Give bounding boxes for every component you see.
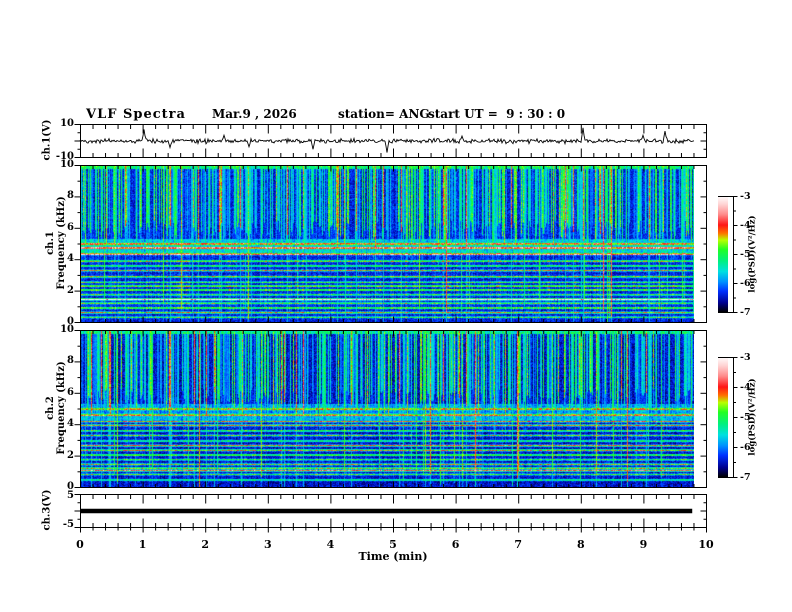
y-tick-label: 2 [67, 284, 74, 296]
ch2-label: ch.2 [45, 396, 56, 420]
ch1-voltage-axis-title: ch.1(V) [41, 119, 53, 161]
date-label: Mar.9 , 2026 [212, 107, 297, 121]
y-tick-label: -10 [55, 151, 74, 162]
colorbar-ch2 [718, 357, 728, 477]
x-tick-label: 4 [326, 538, 335, 551]
colorbar-tick-label: -3 [740, 191, 751, 202]
start-ut-label: start UT = 9 : 30 : 0 [428, 107, 566, 121]
colorbar-tick-label: -7 [740, 307, 751, 318]
page-title: VLF Spectra [86, 107, 186, 122]
y-tick-label: 10 [60, 118, 74, 129]
y-tick-label: 8 [67, 190, 74, 202]
colorbar-tick-label: -4 [740, 382, 751, 393]
x-tick-label: 3 [263, 538, 272, 551]
x-tick-label: 1 [138, 538, 147, 551]
spectrogram-ch1 [80, 166, 694, 322]
time-axis-title: Time (min) [358, 550, 428, 563]
colorbar-tick-label: -4 [740, 220, 751, 231]
frequency-unit-label: Frequency (kHz) [56, 361, 67, 455]
colorbar-ch1 [718, 196, 728, 312]
colorbar-tick-label: -7 [740, 472, 751, 483]
y-tick-label: 8 [67, 355, 74, 367]
x-tick-label: 6 [451, 538, 460, 551]
ch3-voltage-axis-title: ch.3(V) [41, 489, 53, 531]
colorbar-tick-label: -6 [740, 442, 751, 453]
x-tick-label: 0 [76, 538, 84, 551]
x-tick-label: 7 [514, 538, 523, 551]
y-tick-label: 6 [67, 221, 74, 233]
x-tick-label: 2 [201, 538, 210, 551]
ch2-frequency-axis-title: ch.2 Frequency (kHz) [45, 361, 67, 454]
y-tick-label: 4 [67, 253, 74, 265]
y-tick-label: 10 [60, 324, 74, 335]
colorbar-tick-label: -6 [740, 278, 751, 289]
ch1-label: ch.1 [45, 231, 56, 255]
vlf-spectra-figure: VLF Spectra Mar.9 , 2026 station= ANG st… [0, 0, 792, 612]
y-tick-label: 6 [67, 386, 74, 398]
colorbar-tick-label: -3 [740, 352, 751, 363]
x-tick-label: 8 [576, 538, 585, 551]
y-tick-label: 2 [67, 449, 74, 461]
y-tick-label: -5 [62, 519, 74, 530]
x-tick-label: 5 [389, 538, 397, 551]
y-tick-label: 5 [67, 490, 74, 501]
x-tick-label: 9 [639, 538, 648, 551]
y-tick-label: 4 [67, 418, 74, 430]
x-tick-label: 10 [698, 538, 714, 551]
frequency-unit-label: Frequency (kHz) [56, 196, 67, 290]
colorbar-tick-label: -5 [740, 249, 751, 260]
ch1-frequency-axis-title: ch.1 Frequency (kHz) [45, 196, 67, 289]
spectrogram-ch2 [80, 331, 694, 487]
station-label: station= ANG [338, 107, 430, 121]
colorbar-tick-label: -5 [740, 412, 751, 423]
